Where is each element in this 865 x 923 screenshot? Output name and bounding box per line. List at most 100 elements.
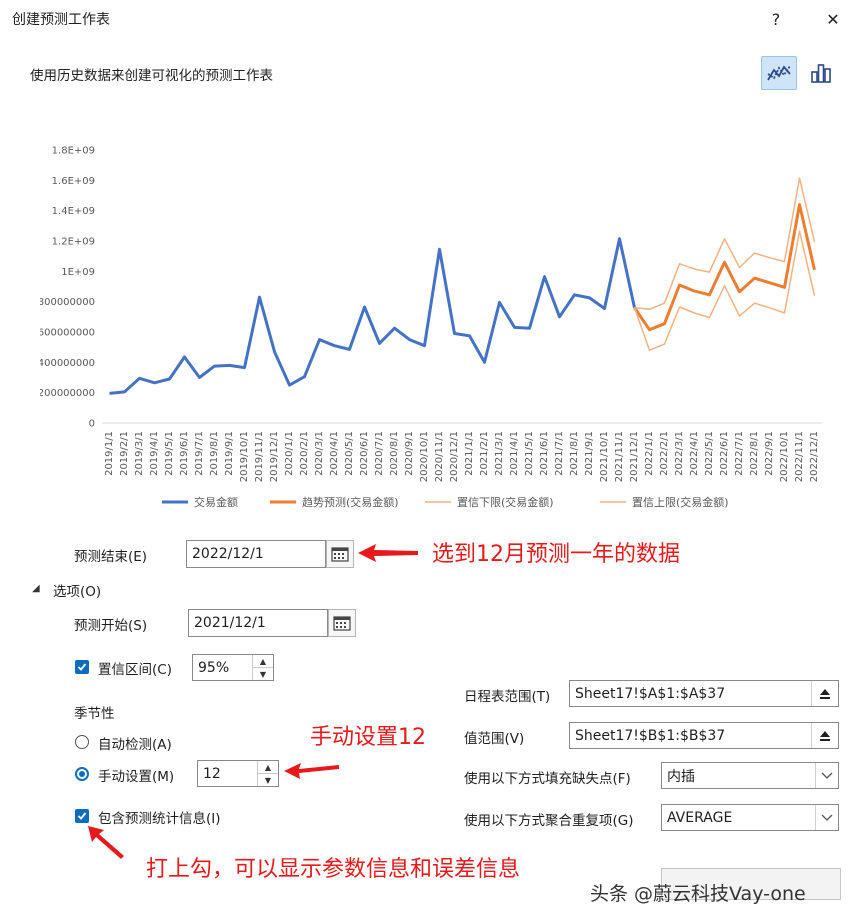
x-tick-label: 2019/8/1 <box>209 431 220 476</box>
manual-label: 手动设置(M) <box>98 769 175 785</box>
y-tick-label: 1.2E+09 <box>52 237 95 248</box>
timeline-range-collapse-button[interactable] <box>811 681 838 706</box>
forecast-end-calendar-button[interactable] <box>326 540 354 568</box>
series-line <box>634 177 816 311</box>
x-tick-label: 2020/12/1 <box>449 431 460 482</box>
values-range-label: 值范围(V) <box>464 731 525 747</box>
x-tick-label: 2021/4/1 <box>509 431 520 476</box>
line-chart-view-button[interactable] <box>761 56 797 90</box>
fill-missing-select[interactable]: 内插 <box>661 762 839 789</box>
annotation-arrow-icon <box>358 544 418 562</box>
confidence-checkbox[interactable] <box>75 660 89 674</box>
legend-label: 交易金额 <box>194 495 238 509</box>
x-tick-label: 2022/4/1 <box>689 431 700 476</box>
fill-missing-value: 内插 <box>667 768 695 785</box>
forecast-end-label: 预测结束(E) <box>74 549 148 565</box>
timeline-range-value: Sheet17!$A$1:$A$37 <box>575 685 726 702</box>
stepper-down-icon[interactable]: ▼ <box>258 773 278 786</box>
end-annotation: 选到12月预测一年的数据 <box>432 542 680 567</box>
annotation-arrow-icon <box>88 826 124 859</box>
x-tick-label: 2019/5/1 <box>164 431 175 476</box>
x-tick-label: 2020/9/1 <box>404 431 415 476</box>
legend-label: 趋势预测(交易金额) <box>302 495 399 509</box>
x-tick-label: 2019/12/1 <box>269 431 280 482</box>
legend-label: 置信上限(交易金额) <box>632 495 729 509</box>
x-tick-label: 2022/12/1 <box>809 431 820 482</box>
x-tick-label: 2022/1/1 <box>644 431 655 476</box>
stepper-down-icon[interactable]: ▼ <box>253 667 273 680</box>
values-range-collapse-button[interactable] <box>811 723 838 748</box>
x-tick-label: 2020/10/1 <box>419 431 430 482</box>
x-tick-label: 2022/5/1 <box>704 431 715 476</box>
x-tick-label: 2019/9/1 <box>224 431 235 476</box>
x-tick-label: 2020/3/1 <box>314 431 325 476</box>
forecast-chart: 0 200000000 400000000 600000000 800000000 1E+… <box>40 146 822 509</box>
y-tick-label: 400000000 <box>40 358 95 369</box>
forecast-start-label: 预测开始(S) <box>74 618 148 634</box>
confidence-stepper[interactable]: ▲ ▼ <box>252 655 273 680</box>
forecast-start-calendar-button[interactable] <box>328 609 356 637</box>
auto-detect-radio[interactable] <box>75 735 89 749</box>
range-select-icon <box>820 730 830 741</box>
series-line <box>633 203 816 332</box>
x-tick-label: 2022/3/1 <box>674 431 685 476</box>
include-stats-checkbox[interactable] <box>75 809 89 823</box>
x-tick-label: 2020/6/1 <box>359 431 370 476</box>
y-tick-label: 1E+09 <box>61 267 95 278</box>
chevron-down-icon[interactable] <box>815 763 838 788</box>
x-tick-label: 2021/7/1 <box>554 431 565 476</box>
x-tick-label: 2020/11/1 <box>434 431 445 482</box>
column-chart-view-button[interactable] <box>803 56 839 90</box>
manual-period-value: 12 <box>203 765 221 782</box>
create-forecast-dialog: 创建预测工作表 ? ✕ 使用历史数据来创建可视化的预测工作表 0 20000000… <box>0 0 865 923</box>
x-tick-label: 2019/7/1 <box>194 431 205 476</box>
range-select-icon <box>820 688 830 699</box>
x-tick-label: 2019/6/1 <box>179 431 190 476</box>
x-tick-label: 2020/1/1 <box>284 431 295 476</box>
y-tick-label: 1.6E+09 <box>52 176 95 187</box>
stepper-up-icon[interactable]: ▲ <box>253 655 273 667</box>
x-tick-label: 2021/12/1 <box>629 431 640 482</box>
x-tick-label: 2022/2/1 <box>659 431 670 476</box>
x-tick-label: 2019/4/1 <box>149 431 160 476</box>
aggregate-select[interactable]: AVERAGE <box>661 804 839 831</box>
x-tick-label: 2020/7/1 <box>374 431 385 476</box>
values-range-input[interactable]: Sheet17!$B$1:$B$37 <box>569 722 839 749</box>
line-chart-icon <box>767 65 791 81</box>
x-tick-label: 2022/11/1 <box>794 431 805 482</box>
x-tick-label: 2020/8/1 <box>389 431 400 476</box>
checkmark-icon <box>77 663 87 671</box>
x-tick-label: 2021/11/1 <box>614 431 625 482</box>
x-tick-label: 2021/3/1 <box>494 431 505 476</box>
checkmark-icon <box>77 812 87 820</box>
x-tick-label: 2021/5/1 <box>524 431 535 476</box>
help-button[interactable]: ? <box>762 5 790 33</box>
x-tick-label: 2020/4/1 <box>329 431 340 476</box>
x-tick-label: 2020/2/1 <box>299 431 310 476</box>
confidence-input[interactable]: 95% ▲ ▼ <box>192 654 274 681</box>
y-tick-label: 1.8E+09 <box>52 146 95 157</box>
legend-label: 置信下限(交易金额) <box>457 495 554 509</box>
collapse-triangle-icon[interactable]: ◢ <box>32 583 40 594</box>
forecast-start-input[interactable]: 2021/12/1 <box>188 609 328 637</box>
calendar-icon <box>333 616 351 631</box>
chevron-down-icon[interactable] <box>815 805 838 830</box>
x-tick-label: 2022/10/1 <box>779 431 790 482</box>
forecast-end-input[interactable]: 2022/12/1 <box>186 540 326 568</box>
forecast-end-value: 2022/12/1 <box>192 546 264 562</box>
y-tick-label: 800000000 <box>40 297 95 308</box>
x-tick-label: 2021/2/1 <box>479 431 490 476</box>
close-button[interactable]: ✕ <box>819 5 847 33</box>
bar-chart-icon <box>811 64 831 83</box>
auto-detect-label: 自动检测(A) <box>98 737 172 753</box>
timeline-range-input[interactable]: Sheet17!$A$1:$A$37 <box>569 680 839 707</box>
y-tick-label: 1.4E+09 <box>52 206 95 217</box>
x-tick-label: 2021/8/1 <box>569 431 580 476</box>
manual-period-input[interactable]: 12 ▲ ▼ <box>197 760 279 787</box>
options-label[interactable]: 选项(O) <box>53 580 101 600</box>
manual-radio[interactable] <box>75 767 89 781</box>
manual-period-stepper[interactable]: ▲ ▼ <box>257 761 278 786</box>
stepper-up-icon[interactable]: ▲ <box>258 761 278 773</box>
x-tick-label: 2019/1/1 <box>104 431 115 476</box>
x-tick-label: 2019/3/1 <box>134 431 145 476</box>
